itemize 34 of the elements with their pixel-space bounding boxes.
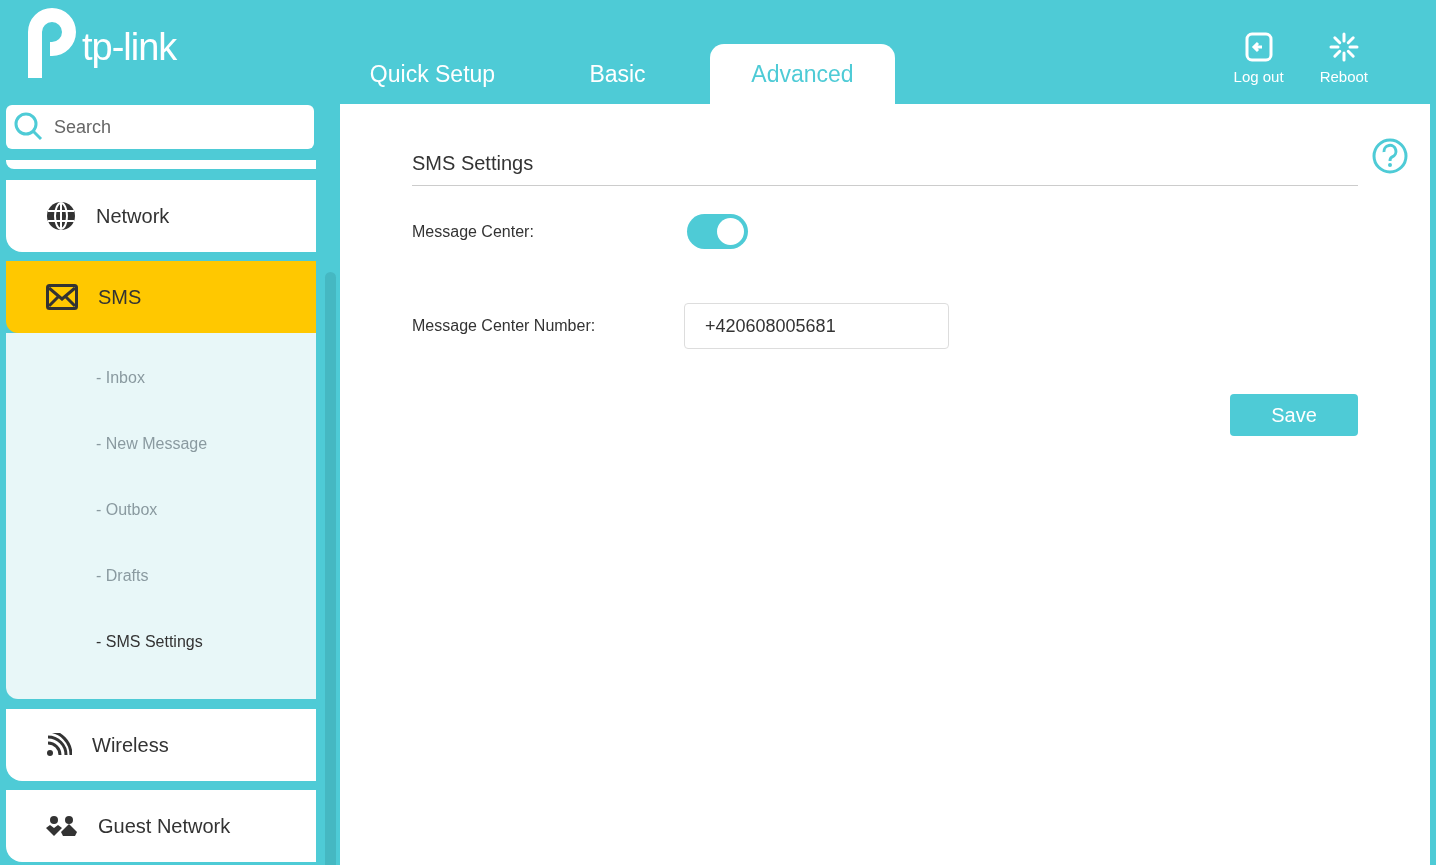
nav-tab[interactable]: Advanced: [710, 44, 895, 104]
field-label: Message Center Number:: [412, 317, 597, 335]
globe-icon: [46, 201, 76, 231]
nav-tab[interactable]: Basic: [525, 44, 710, 104]
submenu-item[interactable]: - New Message: [6, 435, 316, 501]
menu-label: SMS: [98, 285, 142, 309]
nav-tab[interactable]: Quick Setup: [340, 44, 525, 104]
field-label: Message Center:: [412, 222, 535, 241]
logout-icon: [1244, 31, 1273, 62]
submenu-item[interactable]: - SMS Settings: [6, 633, 316, 699]
search-icon: [14, 112, 44, 142]
logout-button[interactable]: Log out: [1233, 31, 1284, 85]
menu-item[interactable]: Wireless: [6, 709, 316, 781]
menu-item[interactable]: Network: [6, 180, 316, 252]
section-title: SMS Settings: [412, 152, 1358, 186]
input-field[interactable]: +420608005681: [684, 303, 949, 349]
menu-label: Guest Network: [98, 814, 231, 838]
menu-label: Wireless: [92, 733, 169, 757]
menu-label: Network: [96, 204, 170, 228]
submenu-item[interactable]: - Drafts: [6, 567, 316, 633]
users-icon: [46, 815, 78, 837]
toggle-switch[interactable]: [687, 214, 748, 249]
logo-text: tp-link: [82, 26, 177, 69]
signal-icon: [46, 733, 72, 757]
submenu-item[interactable]: - Inbox: [6, 369, 316, 435]
menu-item[interactable]: Guest Network: [6, 790, 316, 862]
save-button[interactable]: Save: [1230, 394, 1358, 436]
submenu-item[interactable]: - Outbox: [6, 501, 316, 567]
help-icon[interactable]: [1372, 138, 1408, 174]
menu-item[interactable]: SMS: [6, 261, 316, 333]
reboot-button[interactable]: Reboot: [1319, 31, 1368, 85]
envelope-icon: [46, 284, 78, 310]
search-field[interactable]: Search: [6, 105, 314, 149]
spinner-icon: [1328, 31, 1359, 62]
